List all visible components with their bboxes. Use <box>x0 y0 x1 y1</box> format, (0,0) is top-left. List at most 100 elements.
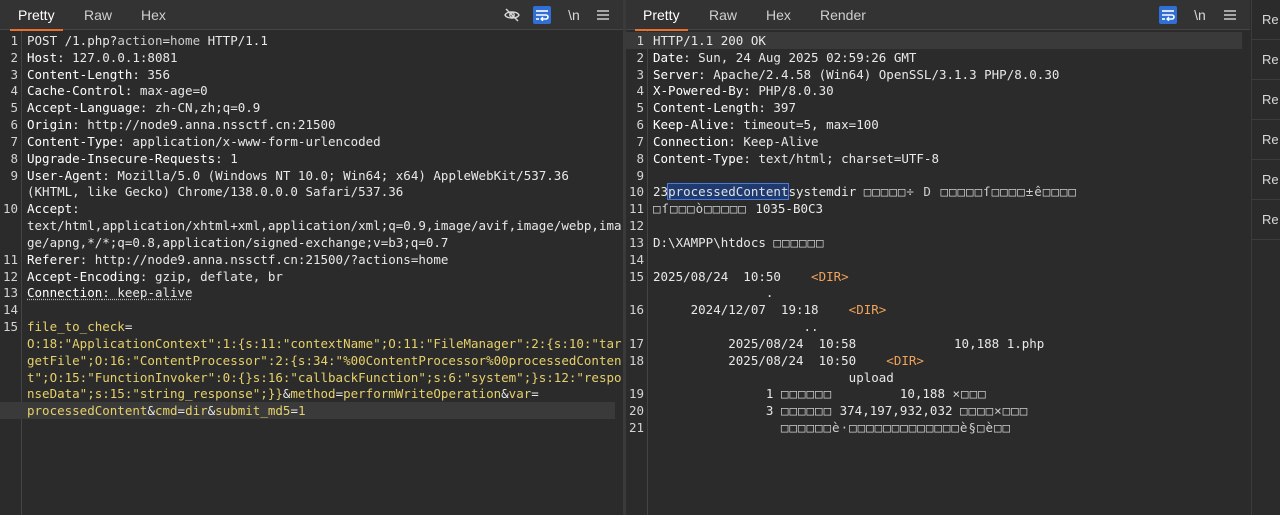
line-number: 16 <box>626 301 644 318</box>
code-token: : Mozilla/5.0 (Windows NT 10.0; Win64; x… <box>102 168 569 183</box>
code-text: 2025/08/24 10:50 <DIR> <box>653 268 849 285</box>
code-token: = <box>162 33 170 48</box>
request-line: 12 Accept-Encoding: gzip, deflate, br <box>0 268 615 285</box>
request-tab-raw[interactable]: Raw <box>82 0 114 30</box>
line-number: 1 <box>626 32 644 49</box>
response-tabbar: Pretty Raw Hex Render \n <box>626 0 1250 30</box>
code-token: 2024/12/07 19:18 <box>653 302 849 317</box>
code-token: Accept-Encoding <box>27 269 140 284</box>
code-token: method <box>290 386 335 401</box>
code-text: Upgrade-Insecure-Requests: 1 <box>27 150 238 167</box>
code-token: HTTP/1.1 <box>200 33 268 48</box>
response-line: 10 23processedContentsystemdir □□□□□÷ D □… <box>626 183 1242 200</box>
line-number: 17 <box>626 335 644 352</box>
hide-eye-icon[interactable] <box>503 6 521 24</box>
line-number: 11 <box>0 251 18 268</box>
code-text: 23processedContentsystemdir □□□□□÷ D □□□… <box>653 183 1077 200</box>
code-text: 2025/08/24 10:50 <DIR> <box>653 352 924 369</box>
code-token: Origin <box>27 117 72 132</box>
code-text: D:\XAMPP\htdocs □□□□□□ <box>653 234 825 251</box>
code-token: Host <box>27 50 57 65</box>
code-token: D:\XAMPP\htdocs <box>653 235 773 250</box>
response-tab-hex[interactable]: Hex <box>764 0 793 30</box>
side-panel-item[interactable]: Re <box>1252 40 1280 80</box>
response-line: 5 Content-Length: 397 <box>626 99 1242 116</box>
line-number: 10 <box>0 200 18 217</box>
line-number: 8 <box>0 150 18 167</box>
menu-icon[interactable] <box>596 6 610 24</box>
side-panel-item[interactable]: Re <box>1252 120 1280 160</box>
response-tab-render[interactable]: Render <box>818 0 868 30</box>
request-tab-pretty[interactable]: Pretty <box>16 0 57 30</box>
request-line: ge/apng,*/*;q=0.8,application/signed-exc… <box>0 234 615 251</box>
code-token: : <box>72 201 80 216</box>
code-token: 2025/08/24 10:50 <box>653 269 811 284</box>
code-text: upload <box>653 369 894 386</box>
line-number: 19 <box>626 385 644 402</box>
code-text: Content-Length: 356 <box>27 66 170 83</box>
code-token: 1 <box>298 403 306 418</box>
side-panel-item[interactable]: Re <box>1252 200 1280 240</box>
code-token: file_to_check <box>27 319 125 334</box>
code-token: User-Agent <box>27 168 102 183</box>
code-token: var <box>509 386 532 401</box>
request-line: 8 Upgrade-Insecure-Requests: 1 <box>0 150 615 167</box>
show-newlines-button[interactable]: \n <box>565 6 583 24</box>
code-token: : PHP/8.0.30 <box>743 83 833 98</box>
request-tabbar: Pretty Raw Hex \n <box>0 0 623 30</box>
line-number: 15 <box>626 268 644 285</box>
line-number: 20 <box>626 402 644 419</box>
line-number: 15 <box>0 318 18 335</box>
code-text: Origin: http://node9.anna.nssctf.cn:2150… <box>27 116 336 133</box>
response-line: 12 <box>626 217 1242 234</box>
response-line: 4 X-Powered-By: PHP/8.0.30 <box>626 82 1242 99</box>
code-token: Upgrade-Insecure-Requests <box>27 151 215 166</box>
request-editor[interactable]: 1 POST /1.php?action=home HTTP/1.1 2 Host: … <box>0 31 623 515</box>
response-tab-pretty[interactable]: Pretty <box>641 0 682 30</box>
code-token: □□□□□□ <box>781 403 832 418</box>
side-panel-item[interactable]: Re <box>1252 160 1280 200</box>
code-text: .. <box>653 318 819 335</box>
code-token: : max-age=0 <box>125 83 208 98</box>
code-token: ge/apng,*/*;q=0.8,application/signed-exc… <box>27 235 448 250</box>
request-tab-hex[interactable]: Hex <box>139 0 168 30</box>
code-token: 10,188 <box>832 386 952 401</box>
response-tab-raw[interactable]: Raw <box>707 0 739 30</box>
side-panel-item[interactable]: Re <box>1252 80 1280 120</box>
request-line: 11 Referer: http://node9.anna.nssctf.cn:2… <box>0 251 615 268</box>
request-line: 9 User-Agent: Mozilla/5.0 (Windows NT 10.… <box>0 167 615 184</box>
line-number: 12 <box>626 217 644 234</box>
line-number: 7 <box>0 133 18 150</box>
code-token: 374,197,932,032 <box>832 403 960 418</box>
code-token: nseData";s:15:"string_response";}} <box>27 386 283 401</box>
code-token: : text/html; charset=UTF-8 <box>743 151 939 166</box>
menu-icon[interactable] <box>1223 6 1237 24</box>
request-line: 4 Cache-Control: max-age=0 <box>0 82 615 99</box>
code-token: 2025/08/24 10:58 10,188 1.php <box>653 336 1044 351</box>
code-token: Keep-Alive <box>653 117 728 132</box>
code-token: : keep-alive <box>102 285 192 300</box>
side-panel-item[interactable]: Re <box>1252 0 1280 40</box>
code-token: <DIR> <box>849 302 887 317</box>
code-token: Cache-Control <box>27 83 125 98</box>
response-line: 9 <box>626 167 1242 184</box>
code-token: □□□□×□□□ <box>960 403 1028 418</box>
code-token: HTTP/1.1 200 OK <box>653 33 766 48</box>
word-wrap-icon[interactable] <box>533 6 551 24</box>
code-token: Date <box>653 50 683 65</box>
word-wrap-icon[interactable] <box>1159 6 1177 24</box>
request-line: nseData";s:15:"string_response";}} & metho… <box>0 385 615 402</box>
code-token: dir <box>185 403 208 418</box>
code-text: processedContent&cmd=dir&submit_md5=1 <box>27 402 306 419</box>
code-token: submit_md5 <box>215 403 290 418</box>
request-line: 15 file_to_check= <box>0 318 615 335</box>
response-pane: Pretty Raw Hex Render \n 1 HTTP/1.1 200 O… <box>626 0 1250 515</box>
response-editor[interactable]: 1 HTTP/1.1 200 OK 2 Date: Sun, 24 Aug 2025 … <box>626 31 1250 515</box>
line-number: 7 <box>626 133 644 150</box>
code-token: : 356 <box>132 67 170 82</box>
show-newlines-button[interactable]: \n <box>1191 6 1209 24</box>
code-text: text/html,application/xhtml+xml,applicat… <box>27 217 622 234</box>
request-line: 6 Origin: http://node9.anna.nssctf.cn:215… <box>0 116 615 133</box>
line-number: 13 <box>626 234 644 251</box>
response-line: 15 2025/08/24 10:50 <DIR> <box>626 268 1242 285</box>
